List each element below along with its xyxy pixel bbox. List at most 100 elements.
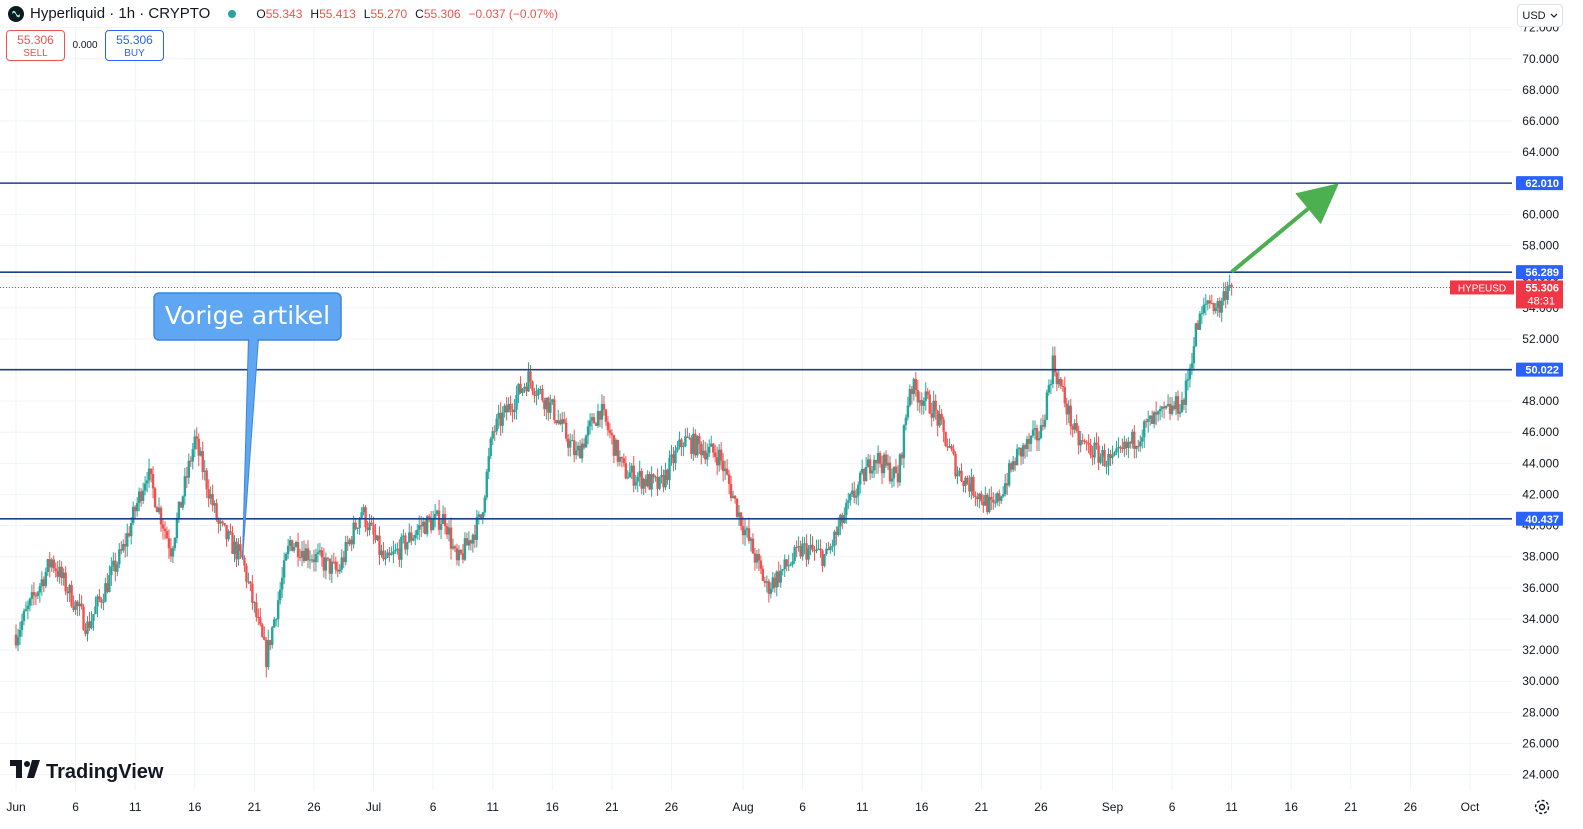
candle-body — [145, 480, 149, 484]
candle-body — [1037, 438, 1041, 441]
candle — [751, 533, 755, 554]
candle — [126, 523, 129, 557]
y-tick-label: 26.000 — [1522, 736, 1559, 750]
candle-body — [610, 432, 614, 436]
candle-body — [855, 495, 858, 498]
candle-body — [725, 468, 729, 475]
candle-body — [243, 557, 246, 566]
candle-body — [849, 494, 852, 501]
candle-body — [801, 543, 804, 557]
candle-body — [719, 449, 723, 461]
currency-selector[interactable]: USD — [1517, 4, 1563, 27]
candle — [509, 395, 512, 416]
candle — [1053, 346, 1057, 377]
candle-body — [549, 402, 552, 413]
candle-body — [674, 450, 677, 464]
candle — [489, 436, 492, 460]
candle-body — [795, 547, 798, 549]
candle-body — [1178, 411, 1182, 414]
candle-body — [229, 531, 232, 533]
candle-body — [1031, 429, 1035, 436]
x-tick-label: 26 — [665, 800, 679, 814]
candle — [908, 384, 912, 408]
candle — [1015, 444, 1019, 466]
low-value: 55.270 — [370, 6, 408, 21]
candle-body — [90, 620, 93, 629]
candle — [392, 540, 395, 564]
candle — [966, 475, 969, 485]
candle-body — [1045, 392, 1049, 420]
y-tick-label: 38.000 — [1522, 550, 1559, 564]
candle-body — [44, 572, 47, 587]
candle-body — [682, 446, 685, 448]
candle — [823, 553, 826, 568]
sell-button[interactable]: 55.306 SELL — [6, 30, 65, 61]
candle-body — [275, 619, 278, 621]
brand-name: TradingView — [46, 760, 164, 783]
candle-body — [950, 446, 953, 450]
candle-body — [392, 551, 395, 554]
candle-body — [296, 542, 300, 558]
candle-body — [626, 477, 629, 479]
x-tick-label: 11 — [1225, 800, 1238, 814]
candle-body — [324, 557, 328, 571]
candle — [1107, 448, 1110, 476]
candle-body — [1049, 383, 1053, 386]
x-tick-label: 21 — [248, 800, 262, 814]
candle — [463, 532, 467, 562]
buy-button[interactable]: 55.306 BUY — [105, 30, 164, 61]
candle-body — [80, 603, 83, 607]
candle-body — [743, 529, 747, 536]
candle-body — [1043, 419, 1047, 427]
x-tick-label: 11 — [856, 800, 869, 814]
candle-body — [171, 548, 175, 557]
candle-body — [1208, 300, 1211, 304]
candle-body — [1002, 494, 1005, 497]
candle — [570, 434, 574, 442]
y-tick-label: 52.000 — [1522, 332, 1559, 346]
candle-body — [952, 449, 955, 454]
candle — [406, 541, 409, 556]
candle-body — [278, 589, 282, 601]
candle-body — [944, 431, 947, 447]
settings-gear-icon[interactable] — [1532, 797, 1552, 817]
chart-header: Hyperliquid · 1h · CRYPTO O55.343 H55.41… — [8, 5, 558, 22]
candle-body — [175, 518, 179, 538]
candle — [352, 515, 355, 549]
candle-body — [181, 496, 185, 508]
candle-body — [259, 617, 262, 625]
price-chart[interactable]: Vorige artikel 24.000 26.000 28.000 30.000 32… — [0, 0, 1583, 829]
candle-body — [54, 568, 57, 571]
candle — [924, 382, 927, 411]
candle — [449, 517, 453, 560]
candle — [944, 431, 947, 447]
candle — [815, 539, 818, 554]
candle-body — [568, 440, 572, 448]
candle-body — [334, 561, 338, 570]
candle-body — [1069, 405, 1072, 427]
candle-body — [1220, 300, 1223, 313]
candle-body — [221, 521, 224, 524]
y-tick-label: 34.000 — [1522, 612, 1559, 626]
arrow-head — [1295, 183, 1339, 225]
candle-body — [904, 417, 908, 426]
candle-body — [652, 474, 655, 477]
candle-body — [994, 502, 997, 504]
candle-body — [183, 476, 187, 497]
candle — [584, 434, 588, 448]
candle-body — [406, 542, 409, 550]
candle-body — [364, 507, 367, 528]
candle-body — [574, 450, 578, 456]
candle — [1097, 436, 1100, 471]
candle — [1069, 398, 1072, 436]
candle-body — [1111, 455, 1114, 459]
candle-body — [64, 572, 67, 592]
symbol-title[interactable]: Hyperliquid · 1h · CRYPTO — [30, 5, 210, 22]
candle — [686, 427, 689, 439]
candle-body — [831, 545, 834, 547]
candle-body — [384, 557, 387, 560]
candle — [1230, 282, 1233, 296]
candle-body — [94, 606, 97, 615]
x-tick-label: 26 — [1034, 800, 1048, 814]
candle-body — [1192, 346, 1196, 364]
